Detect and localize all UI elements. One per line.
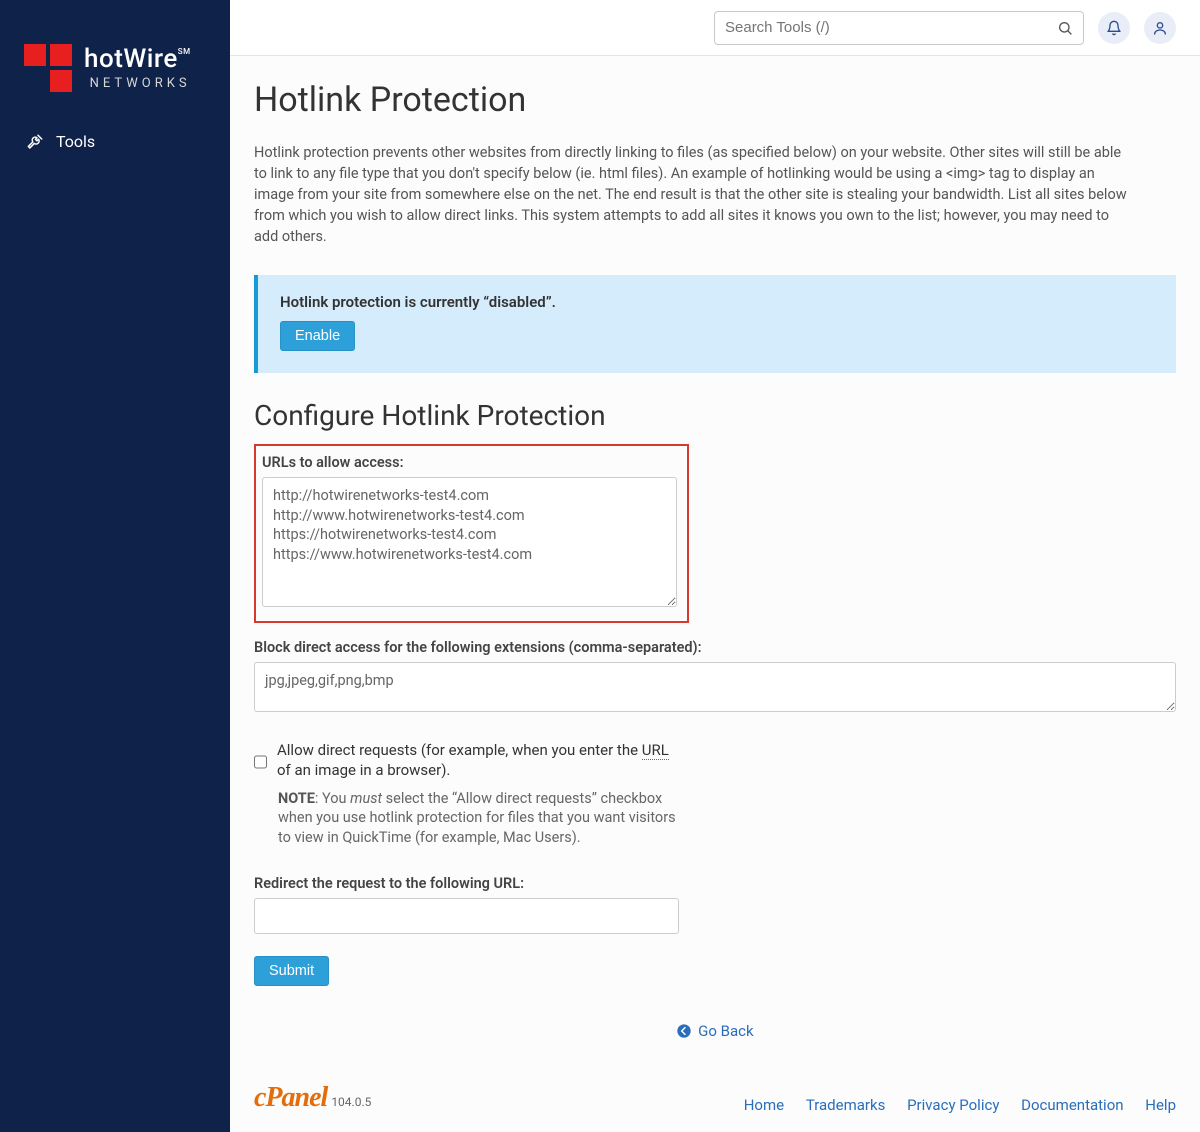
brand-sm: SM: [178, 47, 191, 56]
topbar: [230, 0, 1200, 56]
footer-link-documentation[interactable]: Documentation: [1021, 1096, 1123, 1114]
page-title: Hotlink Protection: [254, 80, 1176, 120]
brand-sub: NETWORKS: [84, 76, 191, 91]
notifications-button[interactable]: [1098, 12, 1130, 44]
cpanel-version: 104.0.5: [331, 1095, 371, 1109]
allow-text-pre: Allow direct requests (for example, when…: [277, 741, 642, 759]
search-input[interactable]: [725, 19, 1057, 36]
submit-button[interactable]: Submit: [254, 956, 329, 986]
extensions-label: Block direct access for the following ex…: [254, 639, 1176, 656]
footer-link-help[interactable]: Help: [1145, 1096, 1176, 1114]
brand-logo: hotWireSM NETWORKS: [0, 20, 230, 122]
extensions-textarea[interactable]: [254, 662, 1176, 712]
sidebar-item-tools[interactable]: Tools: [0, 122, 230, 161]
cpanel-word: cPanel: [254, 1082, 327, 1114]
sidebar: hotWireSM NETWORKS Tools: [0, 0, 230, 1132]
footer-link-home[interactable]: Home: [744, 1096, 784, 1114]
search-field[interactable]: [714, 11, 1084, 45]
account-button[interactable]: [1144, 12, 1176, 44]
go-back-label: Go Back: [698, 1022, 753, 1040]
enable-button[interactable]: Enable: [280, 321, 355, 351]
urls-textarea[interactable]: [262, 477, 677, 607]
footer: cPanel 104.0.5 Home Trademarks Privacy P…: [230, 1074, 1200, 1132]
configure-title: Configure Hotlink Protection: [254, 399, 1176, 432]
content-area: Hotlink Protection Hotlink protection pr…: [230, 56, 1200, 1074]
note-block: NOTE: You must select the “Allow direct …: [278, 789, 678, 848]
footer-link-trademarks[interactable]: Trademarks: [806, 1096, 886, 1114]
tools-icon: [26, 133, 44, 151]
page-description: Hotlink protection prevents other websit…: [254, 142, 1134, 247]
allow-direct-label: Allow direct requests (for example, when…: [277, 740, 679, 781]
note-label: NOTE: [278, 790, 315, 807]
note-sep: : You: [315, 790, 350, 807]
status-text: Hotlink protection is currently “disable…: [280, 293, 1154, 311]
search-icon: [1057, 20, 1073, 36]
brand-name: hotWire: [84, 44, 178, 74]
url-abbr: URL: [642, 741, 669, 760]
redirect-label: Redirect the request to the following UR…: [254, 875, 1176, 892]
go-back-link[interactable]: Go Back: [676, 1022, 753, 1040]
arrow-left-circle-icon: [676, 1023, 692, 1039]
user-icon: [1152, 20, 1168, 36]
footer-links: Home Trademarks Privacy Policy Documenta…: [726, 1096, 1176, 1114]
urls-highlight: URLs to allow access:: [254, 444, 689, 623]
footer-link-privacy[interactable]: Privacy Policy: [907, 1096, 999, 1114]
logo-mark: [24, 44, 72, 92]
note-must: must: [350, 790, 382, 807]
bell-icon: [1106, 20, 1122, 36]
allow-text-post: of an image in a browser).: [277, 761, 450, 779]
redirect-input[interactable]: [254, 898, 679, 934]
sidebar-item-label: Tools: [56, 132, 95, 151]
allow-direct-checkbox[interactable]: [254, 743, 267, 781]
cpanel-brand: cPanel 104.0.5: [254, 1082, 371, 1114]
urls-label: URLs to allow access:: [262, 454, 677, 471]
status-infobox: Hotlink protection is currently “disable…: [254, 275, 1176, 373]
